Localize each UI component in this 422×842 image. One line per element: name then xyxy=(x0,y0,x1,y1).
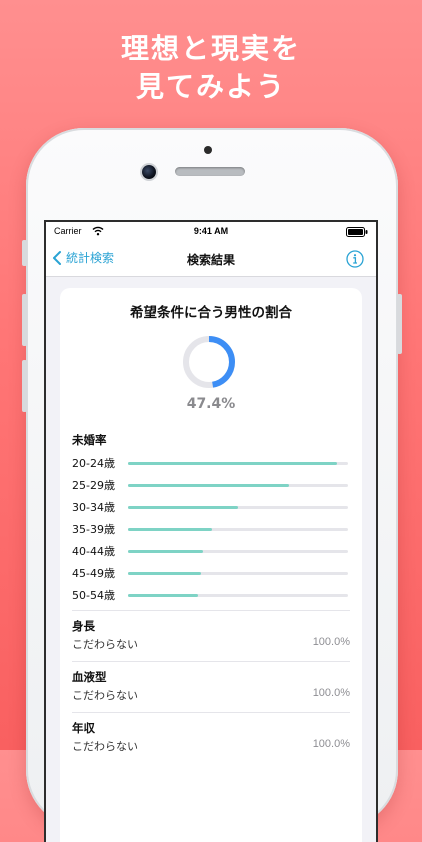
nav-title: 検索結果 xyxy=(186,253,235,267)
age-row: 40-44歳 xyxy=(72,542,350,560)
rate-bar-track xyxy=(128,550,348,553)
condition-value-income: こだわらない xyxy=(72,740,138,753)
rate-bar-fill xyxy=(128,462,337,465)
mute-switch xyxy=(22,240,27,266)
result-card: 希望条件に合う男性の割合 47.4% 未婚率 20-24歳 25-29歳 30-… xyxy=(60,288,362,842)
rate-bar-fill xyxy=(128,572,201,575)
navigation-bar: 統計検索 検索結果 xyxy=(46,242,376,277)
age-row: 30-34歳 xyxy=(72,498,350,516)
age-label: 40-44歳 xyxy=(72,545,115,558)
rate-bar-track xyxy=(128,594,348,597)
proximity-sensor xyxy=(204,146,212,154)
rate-bar-fill xyxy=(128,528,212,531)
condition-label-blood-type: 血液型 xyxy=(72,670,107,684)
rate-bar-fill xyxy=(128,506,238,509)
age-label: 45-49歳 xyxy=(72,567,115,580)
rate-bar-track xyxy=(128,462,348,465)
condition-percent-income: 100.0% xyxy=(312,738,350,750)
earpiece-speaker xyxy=(175,167,245,176)
result-title: 希望条件に合う男性の割合 xyxy=(130,305,292,321)
percent-text: 47.4% xyxy=(186,396,236,412)
front-camera-icon xyxy=(142,165,156,179)
rate-bar-track xyxy=(128,506,348,509)
percentage-ring xyxy=(183,336,235,388)
battery-icon xyxy=(346,227,368,237)
status-time: 9:41 AM xyxy=(193,226,229,236)
age-row: 35-39歳 xyxy=(72,520,350,538)
age-label: 35-39歳 xyxy=(72,523,115,536)
condition-value-height: こだわらない xyxy=(72,638,138,651)
rate-bar-fill xyxy=(128,484,289,487)
volume-up-button xyxy=(22,294,27,346)
phone-frame: Carrier 9:41 AM 統計検索 検索結果 希望条件に合う男性の割合 4… xyxy=(22,128,402,842)
age-label: 20-24歳 xyxy=(72,457,115,470)
age-row: 50-54歳 xyxy=(72,586,350,604)
status-bar: Carrier 9:41 AM xyxy=(46,222,376,242)
divider xyxy=(72,712,350,713)
rate-bar-fill xyxy=(128,550,203,553)
age-label: 25-29歳 xyxy=(72,479,115,492)
age-label: 30-34歳 xyxy=(72,501,115,514)
age-row: 45-49歳 xyxy=(72,564,350,582)
promo-headline-line1: 理想と現実を xyxy=(120,32,301,65)
condition-value-blood-type: こだわらない xyxy=(72,689,138,702)
condition-percent-blood-type: 100.0% xyxy=(312,687,350,699)
divider xyxy=(72,610,350,611)
divider xyxy=(72,661,350,662)
info-icon[interactable] xyxy=(346,250,364,268)
age-row: 20-24歳 xyxy=(72,454,350,472)
rate-bar-track xyxy=(128,484,348,487)
power-button xyxy=(397,294,402,354)
rate-bar-track xyxy=(128,572,348,575)
promo-headline: 理想と現実を 見てみよう xyxy=(0,30,422,106)
volume-down-button xyxy=(22,360,27,412)
promo-headline-line2: 見てみよう xyxy=(135,70,286,103)
condition-label-height: 身長 xyxy=(72,619,95,633)
age-row: 25-29歳 xyxy=(72,476,350,494)
rate-bar-track xyxy=(128,528,348,531)
condition-percent-height: 100.0% xyxy=(312,636,350,648)
unmarried-rate-label: 未婚率 xyxy=(72,433,107,447)
rate-bar-fill xyxy=(128,594,199,597)
age-label: 50-54歳 xyxy=(72,589,115,602)
condition-label-income: 年収 xyxy=(72,721,95,735)
phone-screen: Carrier 9:41 AM 統計検索 検索結果 希望条件に合う男性の割合 4… xyxy=(46,222,376,842)
